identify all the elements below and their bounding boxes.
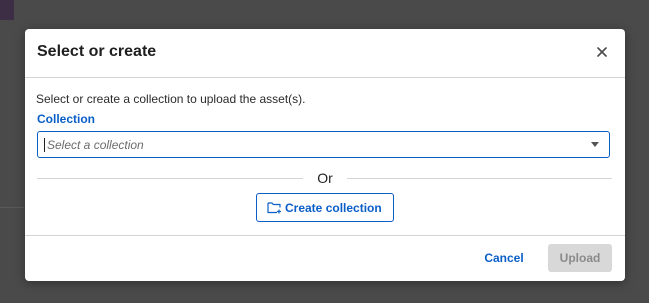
text-cursor	[44, 138, 45, 152]
cancel-button[interactable]: Cancel	[473, 245, 535, 271]
collection-select-placeholder: Select a collection	[47, 138, 144, 152]
create-collection-label: Create collection	[285, 201, 382, 215]
select-or-create-dialog: Select or create Select or create a coll…	[25, 29, 625, 281]
backdrop-accent	[0, 0, 14, 20]
dialog-description: Select or create a collection to upload …	[36, 92, 306, 106]
close-icon	[597, 47, 607, 57]
or-divider-left	[37, 178, 303, 179]
create-collection-button[interactable]: Create collection	[256, 193, 394, 222]
close-button[interactable]	[593, 43, 611, 61]
collection-label: Collection	[37, 112, 96, 126]
dialog-title: Select or create	[37, 43, 157, 60]
backdrop-divider	[0, 207, 24, 208]
upload-button[interactable]: Upload	[548, 244, 612, 272]
header-divider	[25, 77, 625, 78]
chevron-down-icon	[591, 142, 599, 147]
or-divider-right	[347, 178, 612, 179]
or-separator-text: Or	[317, 170, 333, 186]
footer-divider	[25, 235, 625, 236]
folder-add-icon	[267, 202, 281, 214]
collection-select[interactable]: Select a collection	[37, 131, 610, 158]
